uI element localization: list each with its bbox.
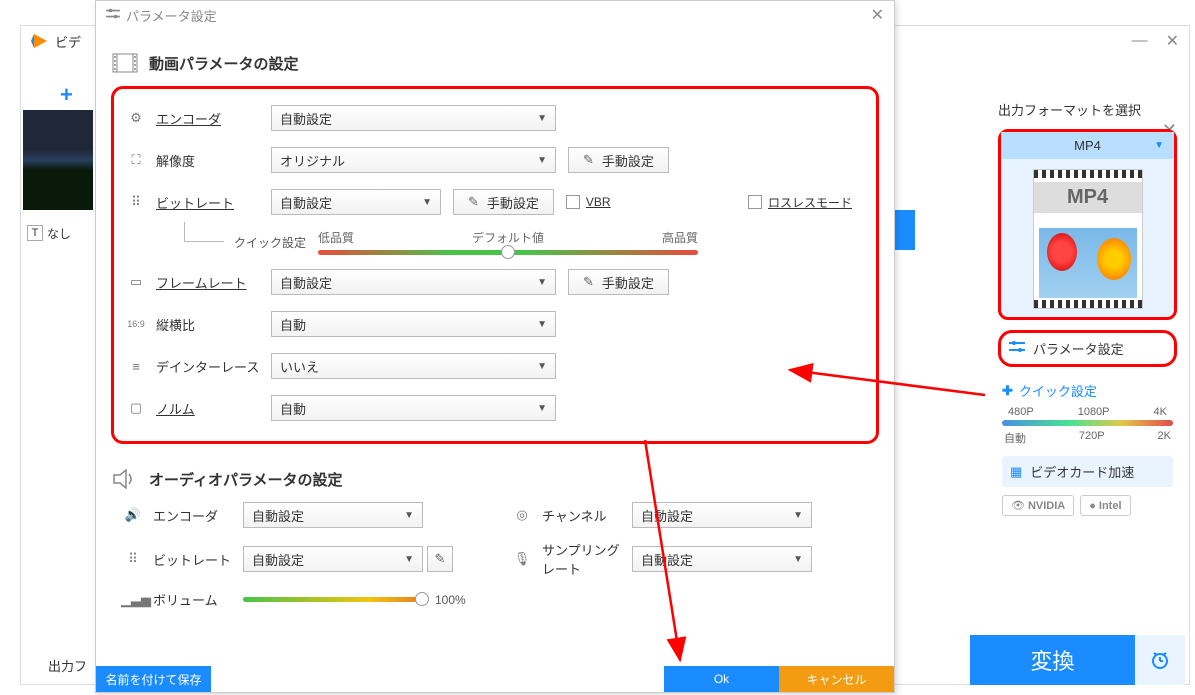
annotation-arrows <box>0 0 1195 695</box>
